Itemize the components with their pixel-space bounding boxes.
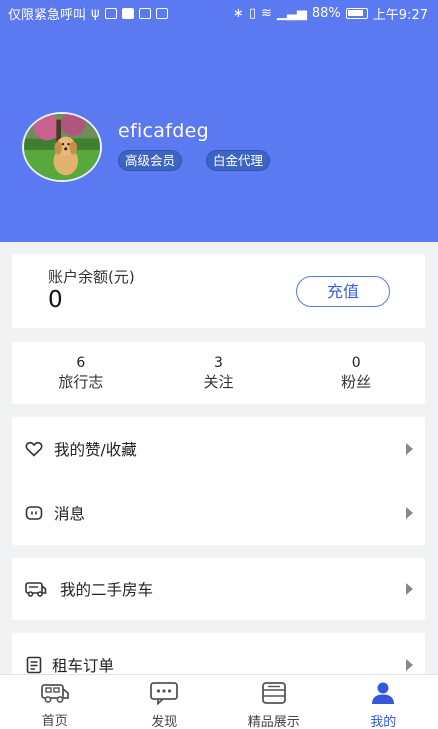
showcase-icon	[258, 681, 290, 705]
tab-showcase[interactable]: 精品展示	[219, 675, 329, 729]
tab-label: 精品展示	[247, 715, 300, 729]
chevron-right-icon	[406, 443, 413, 455]
usb-icon: ψ	[91, 5, 100, 21]
bottom-tab-bar: 首页 发现 精品展示 我的	[0, 674, 438, 729]
signal-icon: ▁▃▅	[276, 5, 307, 21]
message-icon	[24, 503, 44, 523]
bluetooth-icon: ∗	[232, 5, 244, 21]
chevron-right-icon	[406, 583, 413, 595]
clock: 上午9:27	[372, 7, 428, 23]
tab-mine[interactable]: 我的	[329, 675, 438, 729]
status-bar: 仅限紧急呼叫 ψ ∗ ▯ ≋ ▁▃▅ 88% 上午9:27	[0, 0, 438, 26]
wifi-icon: ≋	[260, 5, 272, 21]
stats-card: 6 旅行志 3 关注 0 粉丝	[12, 342, 425, 404]
menu-label-used-rv: 我的二手房车	[60, 581, 154, 599]
menu-item-rental-orders[interactable]: 租车订单	[12, 635, 425, 678]
menu-label-likes: 我的赞/收藏	[54, 441, 137, 459]
balance-value: 0	[48, 287, 63, 313]
stat-label: 关注	[203, 372, 234, 391]
heart-icon	[24, 439, 44, 459]
shield-icon	[104, 7, 117, 19]
stat-count: 0	[351, 354, 361, 371]
menu-item-used-rv[interactable]: 我的二手房车	[12, 559, 425, 619]
profile-header: 仅限紧急呼叫 ψ ∗ ▯ ≋ ▁▃▅ 88% 上午9:27 eficafdeg …	[0, 0, 438, 242]
menu-group-personal: 我的赞/收藏 消息	[12, 417, 425, 545]
tab-label: 我的	[370, 715, 397, 729]
rv-icon	[24, 579, 48, 599]
menu-label-messages: 消息	[54, 505, 86, 523]
stat-travel-journal[interactable]: 6 旅行志	[12, 342, 150, 404]
menu-group-rv: 我的二手房车	[12, 558, 425, 620]
message-icon	[155, 7, 168, 19]
tab-home[interactable]: 首页	[0, 675, 110, 729]
battery-percent: 88%	[311, 5, 341, 21]
balance-card: 账户余额(元) 0 充值	[12, 254, 425, 328]
stat-followers[interactable]: 0 粉丝	[287, 342, 425, 404]
menu-item-messages[interactable]: 消息	[12, 483, 425, 543]
battery-icon	[345, 7, 368, 19]
stat-label: 旅行志	[58, 372, 104, 391]
stat-label: 粉丝	[341, 372, 372, 391]
stat-count: 6	[76, 354, 86, 371]
menu-label-rental-orders: 租车订单	[52, 657, 115, 675]
tab-label: 首页	[41, 714, 68, 729]
username: eficafdeg	[118, 120, 209, 142]
menu-group-orders: 租车订单	[12, 633, 425, 678]
order-list-icon	[24, 655, 44, 675]
chat-icon	[148, 681, 180, 705]
avatar[interactable]	[22, 112, 102, 182]
stat-count: 3	[214, 354, 223, 371]
badge-vip-member: 高级会员	[118, 150, 183, 171]
chevron-right-icon	[406, 507, 413, 519]
carrier-text: 仅限紧急呼叫	[8, 7, 87, 23]
stat-following[interactable]: 3 关注	[150, 342, 288, 404]
location-app-icon	[138, 7, 151, 19]
tab-discover[interactable]: 发现	[110, 675, 220, 729]
avatar-dog-image	[24, 114, 100, 180]
app-icon	[121, 7, 134, 19]
rv-icon	[39, 681, 71, 704]
balance-label: 账户余额(元)	[48, 268, 135, 286]
recharge-button[interactable]: 充值	[296, 276, 390, 307]
chevron-right-icon	[406, 659, 413, 671]
menu-item-likes[interactable]: 我的赞/收藏	[12, 419, 425, 479]
tab-label: 发现	[151, 715, 178, 729]
user-icon	[367, 681, 399, 705]
vibrate-icon: ▯	[248, 5, 256, 21]
badge-platinum-agent: 白金代理	[206, 150, 271, 171]
